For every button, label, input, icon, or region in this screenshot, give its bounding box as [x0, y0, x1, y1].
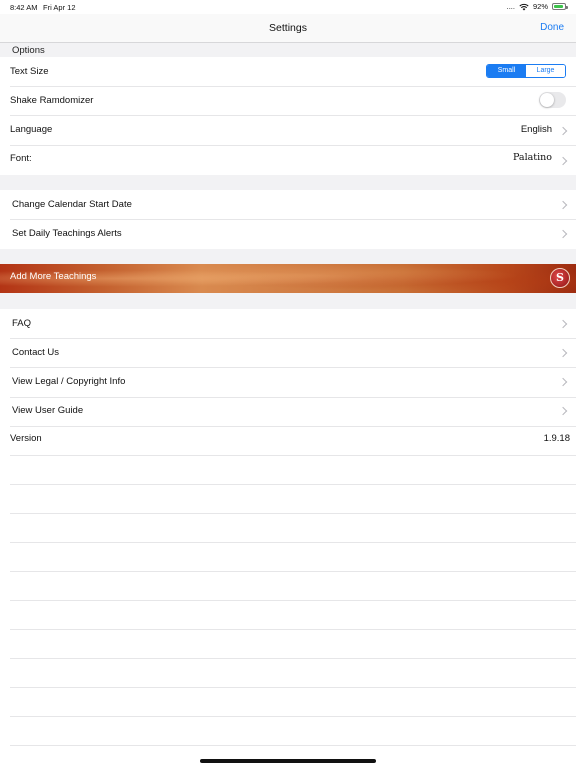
chevron-right-icon	[558, 156, 568, 166]
version-row: Version 1.9.18	[0, 427, 576, 455]
view-user-guide-row[interactable]: View User Guide	[0, 398, 576, 426]
battery-percent: 92%	[532, 2, 548, 11]
add-more-teachings-label: Add More Teachings	[10, 271, 97, 282]
text-size-small-option[interactable]: Small	[487, 65, 526, 77]
divider	[10, 571, 576, 572]
font-value: Palatino	[512, 152, 552, 163]
wifi-icon	[519, 3, 529, 10]
page-title: Settings	[269, 22, 307, 34]
chevron-right-icon	[558, 200, 568, 210]
shake-randomizer-toggle[interactable]	[539, 92, 566, 108]
faq-label: FAQ	[12, 318, 32, 329]
chevron-right-icon	[558, 126, 568, 136]
view-user-guide-label: View User Guide	[12, 405, 84, 416]
divider	[10, 716, 576, 717]
chevron-right-icon	[558, 377, 568, 387]
options-section-header: Options	[0, 43, 576, 57]
change-calendar-start-date-row[interactable]: Change Calendar Start Date	[0, 190, 576, 219]
divider	[10, 687, 576, 688]
divider	[10, 455, 576, 456]
signal-icon: ....	[506, 2, 515, 11]
add-more-teachings-banner[interactable]: Add More Teachings S	[0, 264, 576, 293]
home-indicator[interactable]	[200, 759, 376, 763]
shake-randomizer-row: Shake Ramdomizer	[0, 87, 576, 115]
version-value: 1.9.18	[543, 433, 570, 444]
version-label: Version	[10, 433, 42, 444]
text-size-row: Text Size Small Large	[0, 57, 576, 86]
app-logo-icon: S	[550, 268, 570, 288]
divider	[10, 513, 576, 514]
language-value: English	[520, 124, 552, 135]
chevron-right-icon	[558, 319, 568, 329]
battery-icon	[552, 3, 568, 10]
chevron-right-icon	[558, 348, 568, 358]
contact-us-label: Contact Us	[12, 347, 59, 358]
divider	[10, 629, 576, 630]
status-time: 8:42 AM	[10, 3, 38, 12]
section-gap	[0, 293, 576, 309]
font-label: Font:	[10, 153, 32, 164]
set-daily-teachings-alerts-row[interactable]: Set Daily Teachings Alerts	[0, 220, 576, 249]
language-row[interactable]: Language English	[0, 116, 576, 145]
change-calendar-start-date-label: Change Calendar Start Date	[12, 199, 132, 210]
chevron-right-icon	[558, 229, 568, 239]
chevron-right-icon	[558, 406, 568, 416]
section-gap	[0, 249, 576, 264]
contact-us-row[interactable]: Contact Us	[0, 339, 576, 367]
status-indicators: .... 92%	[506, 2, 568, 11]
divider	[10, 542, 576, 543]
navigation-bar: Settings Done	[0, 14, 576, 43]
view-legal-copyright-label: View Legal / Copyright Info	[12, 376, 126, 387]
divider	[10, 484, 576, 485]
options-header-label: Options	[12, 45, 45, 56]
view-legal-copyright-row[interactable]: View Legal / Copyright Info	[0, 368, 576, 397]
section-gap	[0, 175, 576, 190]
font-row[interactable]: Font: Palatino	[0, 146, 576, 175]
status-bar: 8:42 AM Fri Apr 12 .... 92%	[0, 0, 576, 14]
divider	[10, 658, 576, 659]
set-daily-teachings-alerts-label: Set Daily Teachings Alerts	[12, 228, 122, 239]
text-size-label: Text Size	[10, 66, 49, 77]
faq-row[interactable]: FAQ	[0, 309, 576, 338]
divider	[10, 600, 576, 601]
language-label: Language	[10, 124, 53, 135]
text-size-segmented-control[interactable]: Small Large	[486, 64, 566, 78]
status-date: Fri Apr 12	[43, 3, 76, 12]
text-size-large-option[interactable]: Large	[526, 65, 565, 77]
done-button[interactable]: Done	[540, 22, 564, 33]
shake-randomizer-label: Shake Ramdomizer	[10, 95, 94, 106]
divider	[10, 745, 576, 746]
